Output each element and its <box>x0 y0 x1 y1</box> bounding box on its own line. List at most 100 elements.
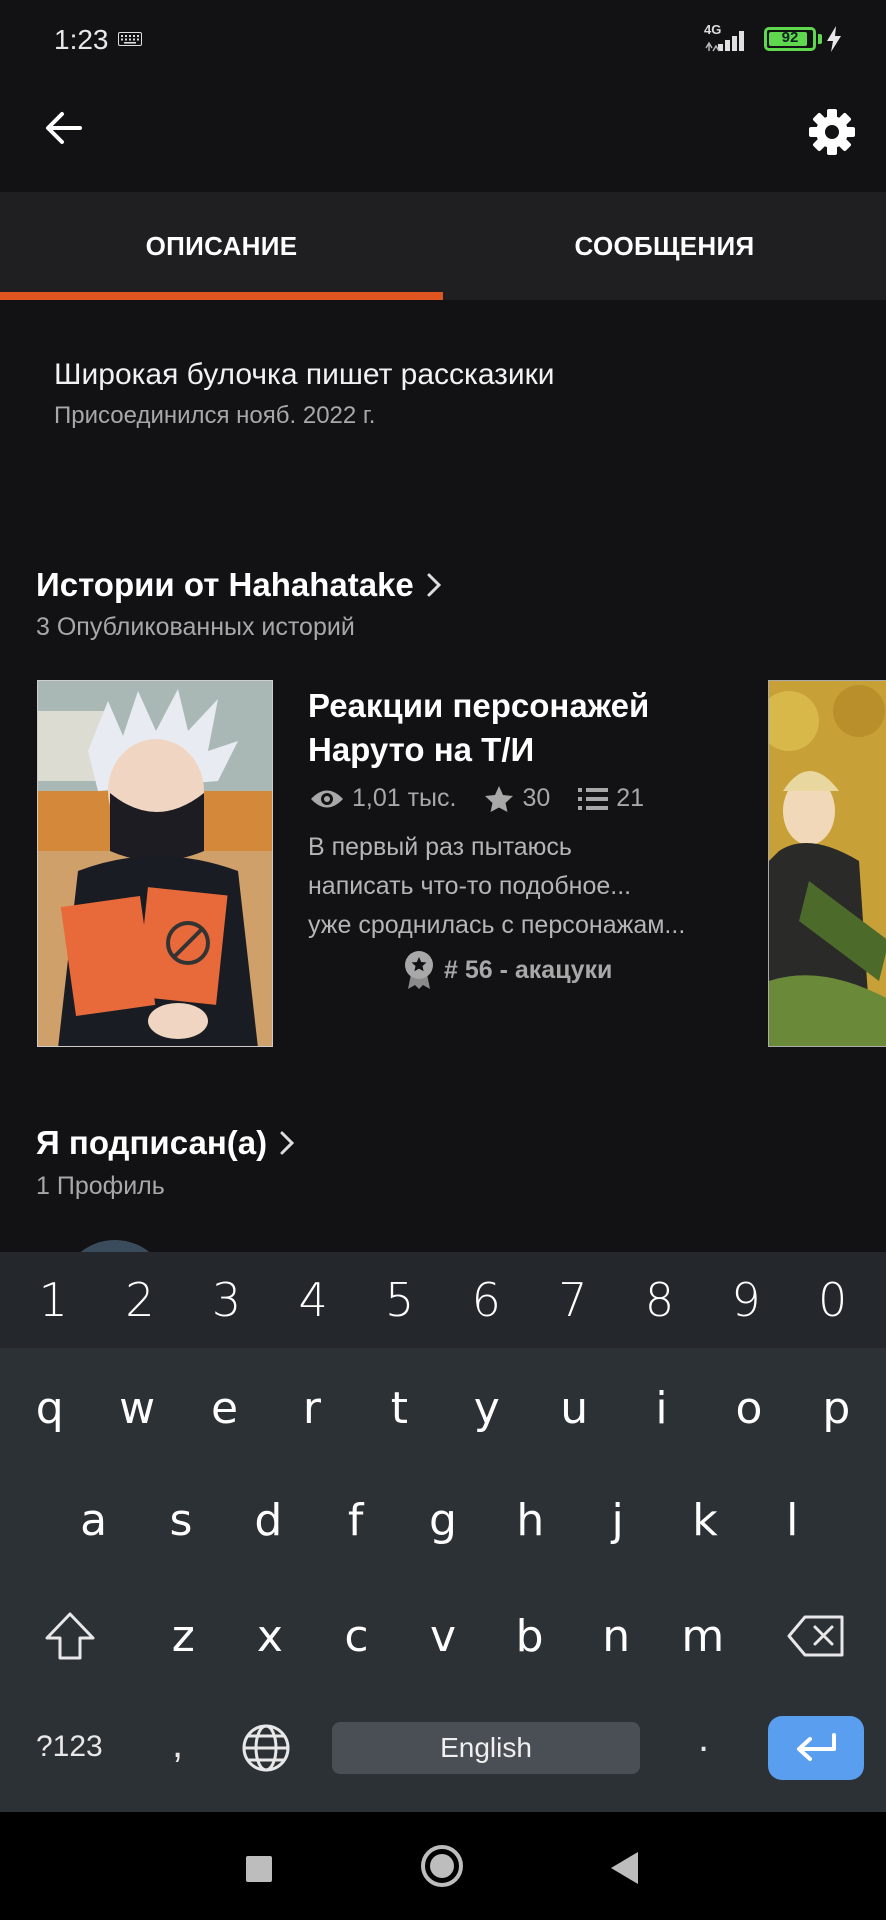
back-triangle-icon[interactable] <box>608 1850 640 1886</box>
votes-count: 30 <box>522 784 551 812</box>
story-cover-illustration <box>38 681 272 1046</box>
row1-key-t[interactable]: t <box>356 1356 443 1460</box>
keyboard-indicator-icon <box>118 32 142 46</box>
battery-percent: 92 <box>781 29 799 46</box>
row2-key-a[interactable]: a <box>50 1468 137 1572</box>
keyboard-row-3-letters: zxcvbnm <box>140 1584 746 1688</box>
parts-count: 21 <box>616 784 645 812</box>
row3-key-c[interactable]: c <box>313 1584 400 1688</box>
row2-key-j[interactable]: j <box>574 1468 661 1572</box>
recent-apps-button[interactable] <box>246 1856 272 1882</box>
enter-key[interactable] <box>768 1716 864 1780</box>
story-description-line: уже сроднилась с персонажам... <box>308 911 686 939</box>
row3-key-z[interactable]: z <box>140 1584 227 1688</box>
row1-key-u[interactable]: u <box>530 1356 617 1460</box>
tab-messages-label: СООБЩЕНИЯ <box>574 230 755 261</box>
period-key[interactable]: . <box>698 1716 709 1761</box>
back-button[interactable] <box>36 100 92 156</box>
award-ribbon-icon <box>405 951 433 989</box>
eye-icon <box>311 790 343 807</box>
number_row-key-4[interactable]: 4 <box>270 1252 357 1348</box>
row2-key-l[interactable]: l <box>749 1468 836 1572</box>
shift-key[interactable] <box>0 1584 140 1688</box>
charging-bolt-icon <box>827 26 841 52</box>
row1-key-p[interactable]: p <box>793 1356 880 1460</box>
story-cover-image-2[interactable] <box>768 680 886 1047</box>
stories-count: 3 Опубликованных историй <box>36 613 355 641</box>
row2-key-g[interactable]: g <box>399 1468 486 1572</box>
number_row-key-3[interactable]: 3 <box>183 1252 270 1348</box>
symbols-key[interactable]: ?123 <box>36 1730 103 1764</box>
story-description-line: написать что-то подобное... <box>308 872 632 900</box>
story-cover-image[interactable] <box>37 680 273 1047</box>
space-key-label: English <box>440 1732 532 1763</box>
story-rank-badge: # 56 - акацуки <box>402 950 612 990</box>
number_row-key-2[interactable]: 2 <box>97 1252 184 1348</box>
number-row: 1234567890 <box>0 1252 886 1348</box>
profile-about-text: Широкая булочка пишет рассказики <box>54 358 555 391</box>
space-key[interactable]: English <box>332 1722 640 1774</box>
number_row-key-7[interactable]: 7 <box>530 1252 617 1348</box>
number_row-key-6[interactable]: 6 <box>443 1252 530 1348</box>
views-count: 1,01 тыс. <box>352 784 457 812</box>
keyboard-row-1: qwertyuiop <box>0 1356 886 1460</box>
settings-button[interactable] <box>800 100 864 164</box>
tab-description-label: ОПИСАНИЕ <box>145 230 298 261</box>
row1-key-y[interactable]: y <box>443 1356 530 1460</box>
row3-key-b[interactable]: b <box>486 1584 573 1688</box>
home-circle-icon[interactable] <box>420 1844 464 1888</box>
row3-key-n[interactable]: n <box>573 1584 660 1688</box>
enter-arrow-icon <box>797 1733 836 1761</box>
row2-key-h[interactable]: h <box>487 1468 574 1572</box>
arrow-left-icon <box>46 112 82 144</box>
row3-key-x[interactable]: x <box>227 1584 314 1688</box>
rank-label: # 56 - акацуки <box>444 955 613 984</box>
parts-stat: 21 <box>578 784 644 813</box>
row2-key-s[interactable]: s <box>137 1468 224 1572</box>
keyboard-row-3: zxcvbnm <box>0 1584 886 1688</box>
following-count: 1 Профиль <box>36 1172 165 1200</box>
comma-key[interactable]: , <box>172 1722 183 1767</box>
story-title[interactable]: Реакции персонажей Наруто на Т/И <box>308 684 728 772</box>
list-icon <box>578 787 609 810</box>
signal-strength-icon <box>705 31 744 52</box>
chevron-right-icon <box>280 1131 295 1155</box>
votes-stat: 30 <box>484 784 550 813</box>
profile-tabs: ОПИСАНИЕ СООБЩЕНИЯ <box>0 192 886 300</box>
tab-messages[interactable]: СООБЩЕНИЯ <box>443 192 886 300</box>
tab-description[interactable]: ОПИСАНИЕ <box>0 192 443 300</box>
backspace-key[interactable] <box>746 1584 886 1688</box>
chevron-right-icon <box>427 573 441 597</box>
story-description: В первый раз пытаюсь написать что-то под… <box>308 828 728 945</box>
row1-key-e[interactable]: e <box>181 1356 268 1460</box>
status-time: 1:23 <box>54 24 109 55</box>
story-cover-illustration-2 <box>769 681 886 1046</box>
stories-section-title: Истории от Hahahatake <box>36 566 414 603</box>
row2-key-k[interactable]: k <box>661 1468 748 1572</box>
following-section-title: Я подписан(а) <box>36 1124 268 1161</box>
number_row-key-8[interactable]: 8 <box>616 1252 703 1348</box>
number_row-key-9[interactable]: 9 <box>703 1252 790 1348</box>
row1-key-q[interactable]: q <box>6 1356 93 1460</box>
row2-key-f[interactable]: f <box>312 1468 399 1572</box>
system-navigation-bar <box>0 1812 886 1920</box>
row1-key-w[interactable]: w <box>93 1356 180 1460</box>
row1-key-o[interactable]: o <box>705 1356 792 1460</box>
number_row-key-0[interactable]: 0 <box>789 1252 876 1348</box>
number_row-key-5[interactable]: 5 <box>356 1252 443 1348</box>
row3-key-v[interactable]: v <box>400 1584 487 1688</box>
views-stat: 1,01 тыс. <box>310 784 456 813</box>
row1-key-r[interactable]: r <box>268 1356 355 1460</box>
row1-key-i[interactable]: i <box>618 1356 705 1460</box>
backspace-icon <box>787 1615 844 1657</box>
row3-key-m[interactable]: m <box>659 1584 746 1688</box>
row2-key-d[interactable]: d <box>225 1468 312 1572</box>
following-section-header[interactable]: Я подписан(а) <box>36 1124 297 1162</box>
globe-icon[interactable] <box>240 1722 292 1774</box>
battery-icon: 92 <box>764 27 816 51</box>
battery-tip <box>818 34 822 44</box>
stories-section-header[interactable]: Истории от Hahahatake <box>36 566 444 604</box>
profile-joined-date: Присоединился нояб. 2022 г. <box>54 402 376 429</box>
shift-arrow-icon <box>45 1612 95 1660</box>
number_row-key-1[interactable]: 1 <box>10 1252 97 1348</box>
